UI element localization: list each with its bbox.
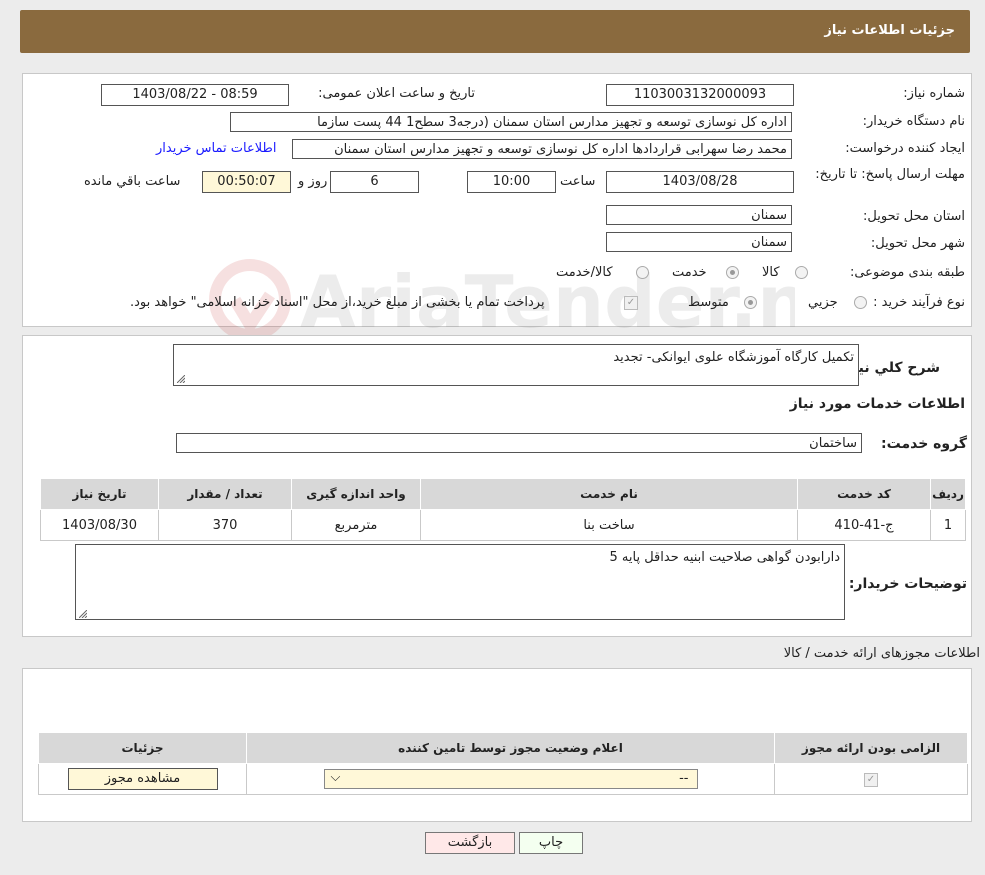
table-row: ✓ ⌵ -- مشاهده مجوز — [38, 763, 968, 795]
group-field: ساختمان — [176, 433, 862, 453]
cell-date: 1403/08/30 — [40, 509, 159, 541]
category-label: طبقه بندی موضوعی: — [849, 265, 965, 280]
buyer-notes-text: دارابودن گواهی صلاحیت ابنیه حداقل پایه 5 — [609, 550, 840, 565]
permit-status-select[interactable]: ⌵ -- — [323, 769, 698, 789]
print-button[interactable]: چاپ — [519, 832, 583, 854]
required-checkbox: ✓ — [864, 773, 878, 787]
col-status: اعلام وضعیت مجوز توسط تامین کننده — [246, 732, 775, 764]
days-label: روز و — [298, 174, 328, 189]
permits-title: اطلاعات مجوزهای ارائه خدمت / کالا — [783, 646, 980, 661]
need-number-field: 1103003132000093 — [606, 84, 794, 106]
creator-field: محمد رضا سهرابی قراردادها اداره کل نوساز… — [292, 139, 792, 159]
page-header: جزئیات اطلاعات نیاز — [20, 10, 970, 53]
process-option-medium: متوسط — [688, 295, 729, 310]
col-qty: تعداد / مقدار — [158, 478, 292, 510]
cell-qty: 370 — [158, 509, 292, 541]
city-label: شهر محل تحویل: — [870, 236, 965, 251]
remaining-label: ساعت باقي مانده — [84, 174, 181, 189]
cell-code: ج-41-410 — [797, 509, 931, 541]
category-option-goods: کالا — [762, 265, 780, 280]
cell-status: ⌵ -- — [246, 763, 775, 795]
services-title: اطلاعات خدمات مورد نياز — [789, 396, 965, 412]
province-label: استان محل تحویل: — [863, 209, 965, 224]
process-label: نوع فرآیند خرید : — [873, 295, 965, 310]
desc-text: تکمیل کارگاه آموزشگاه علوی ایوانکی- تجدی… — [613, 350, 854, 365]
cell-required: ✓ — [774, 763, 968, 795]
back-button[interactable]: بازگشت — [425, 832, 515, 854]
category-option-service: خدمت — [672, 265, 707, 280]
deadline-date-field: 1403/08/28 — [606, 171, 794, 193]
buyer-notes-textarea[interactable]: دارابودن گواهی صلاحیت ابنیه حداقل پایه 5 — [75, 544, 845, 620]
category-radio-service[interactable] — [726, 266, 739, 279]
process-option-minor: جزیي — [808, 295, 838, 310]
col-details: جزئیات — [38, 732, 247, 764]
remaining-time-field: 00:50:07 — [202, 171, 291, 193]
buyer-notes-label: توضیحات خریدار: — [848, 576, 967, 592]
cell-unit: مترمربع — [291, 509, 421, 541]
view-permit-button[interactable]: مشاهده مجوز — [67, 768, 218, 790]
need-number-label: شماره نیاز: — [903, 86, 965, 101]
permit-status-value: -- — [679, 771, 689, 786]
city-field: سمنان — [606, 232, 792, 252]
resize-handle-icon[interactable] — [79, 610, 87, 618]
category-radio-goods-service[interactable] — [636, 266, 649, 279]
category-option-goods-service: کالا/خدمت — [556, 265, 613, 280]
announce-label: تاریخ و ساعت اعلان عمومی: — [318, 86, 475, 101]
creator-label: ایجاد کننده درخواست: — [845, 141, 965, 156]
services-table-header: رديف کد خدمت نام خدمت واحد اندازه گیری ت… — [40, 478, 966, 510]
table-row: 1 ج-41-410 ساخت بنا مترمربع 370 1403/08/… — [40, 509, 966, 541]
buyer-label: نام دستگاه خریدار: — [862, 114, 965, 129]
chevron-down-icon: ⌵ — [330, 770, 341, 785]
col-required: الزامی بودن ارائه مجوز — [774, 732, 968, 764]
col-code: کد خدمت — [797, 478, 931, 510]
time-label: ساعت — [560, 174, 596, 189]
col-name: نام خدمت — [420, 478, 798, 510]
col-unit: واحد اندازه گیری — [291, 478, 421, 510]
buyer-field: اداره کل نوسازی توسعه و تجهیز مدارس استا… — [230, 112, 792, 132]
page-title: جزئیات اطلاعات نیاز — [824, 23, 955, 38]
desc-textarea[interactable]: تکمیل کارگاه آموزشگاه علوی ایوانکی- تجدی… — [173, 344, 859, 386]
resize-handle-icon[interactable] — [177, 375, 185, 383]
permits-table: الزامی بودن ارائه مجوز اعلام وضعیت مجوز … — [38, 732, 968, 795]
payment-note: پرداخت تمام یا بخشی از مبلغ خرید،از محل … — [130, 295, 545, 310]
buyer-contact-link[interactable]: اطلاعات تماس خریدار — [156, 141, 276, 156]
treasury-checkbox[interactable]: ✓ — [624, 296, 638, 310]
services-table: رديف کد خدمت نام خدمت واحد اندازه گیری ت… — [40, 478, 966, 541]
permits-table-header: الزامی بودن ارائه مجوز اعلام وضعیت مجوز … — [38, 732, 968, 764]
cell-name: ساخت بنا — [420, 509, 798, 541]
deadline-label: مهلت ارسال پاسخ: تا تاریخ: — [815, 167, 965, 182]
cell-row: 1 — [930, 509, 966, 541]
group-label: گروه خدمت: — [881, 436, 967, 452]
process-radio-medium[interactable] — [744, 296, 757, 309]
col-date: تاریخ نیاز — [40, 478, 159, 510]
announce-field: 1403/08/22 - 08:59 — [101, 84, 289, 106]
province-field: سمنان — [606, 205, 792, 225]
deadline-time-field: 10:00 — [467, 171, 556, 193]
cell-details: مشاهده مجوز — [38, 763, 247, 795]
days-field: 6 — [330, 171, 419, 193]
category-radio-goods[interactable] — [795, 266, 808, 279]
process-radio-minor[interactable] — [854, 296, 867, 309]
col-row: رديف — [930, 478, 966, 510]
